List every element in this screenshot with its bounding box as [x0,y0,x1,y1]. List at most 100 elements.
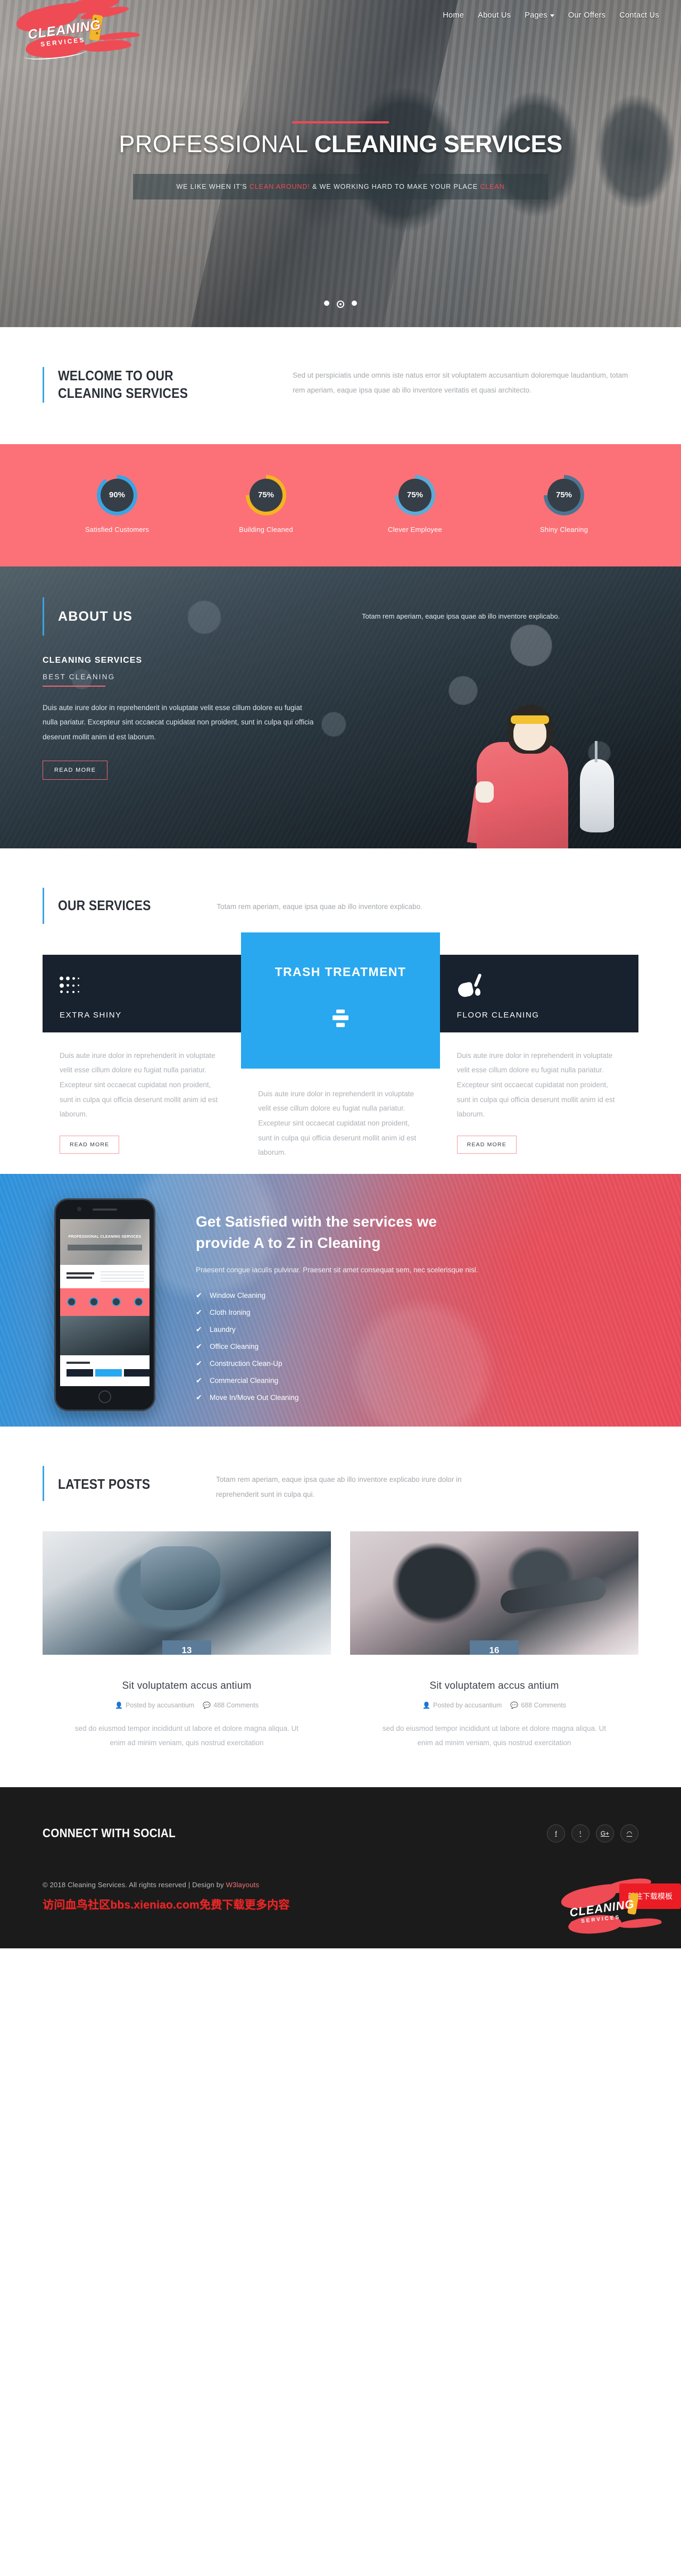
nav-label: Contact Us [619,11,659,20]
post-card[interactable]: 13 August Sit voluptatem accus antium 👤P… [43,1531,331,1750]
services-cards: EXTRA SHINY Duis aute irure dolor in rep… [43,932,638,1174]
stat-value: 75% [547,478,580,512]
site-header: CLEANING SERVICES Home About Us Pages Ou… [0,0,681,62]
latest-posts-title: LATEST POSTS [58,1475,151,1492]
promo-lead: Praesent congue iaculis pulvinar. Praese… [196,1266,478,1274]
service-card-header: TRASH TREATMENT [241,932,440,1069]
rss-icon[interactable]: ◠ [620,1824,638,1843]
feature-label: Commercial Cleaning [210,1377,279,1385]
site-logo[interactable]: CLEANING SERVICES [14,3,116,66]
nav-item-contact-us[interactable]: Contact Us [612,9,666,22]
service-card-extra-shiny[interactable]: EXTRA SHINY Duis aute irure dolor in rep… [43,954,242,1154]
nav-item-our-offers[interactable]: Our Offers [561,9,612,22]
post-excerpt: sed do eiusmod tempor incididunt ut labo… [74,1724,299,1747]
nav-item-about-us[interactable]: About Us [471,9,518,22]
promo-feature-list: ✔ Window Cleaning ✔ Cloth Ironing ✔ Laundry… [196,1291,558,1402]
welcome-description: Sed ut perspiciatis unde omnis iste natu… [293,371,628,394]
footer-logo[interactable]: CLEANING SERVICES [559,1883,649,1948]
stat-clever-employee: 75% Clever Employee [340,474,489,533]
stat-label: Clever Employee [388,525,442,533]
user-icon: 👤 [422,1702,430,1710]
slider-dot-3[interactable] [352,301,357,306]
post-date-badge: 16 August [470,1640,519,1655]
footer-heading: CONNECT WITH SOCIAL [43,1826,176,1840]
page-root: CLEANING SERVICES Home About Us Pages Ou… [0,0,681,1948]
promo-section: PROFESSIONAL CLEANING SERVICES Get Satis… [0,1173,681,1427]
google-plus-icon[interactable]: G+ [596,1824,614,1843]
feature-label: Move In/Move Out Cleaning [210,1394,299,1402]
nav-label: Home [443,11,464,20]
google-plus-glyph: G+ [600,1829,610,1837]
phone-preview-hero: PROFESSIONAL CLEANING SERVICES [60,1219,150,1265]
welcome-heading-block: WELCOME TO OUR CLEANING SERVICES [43,367,293,403]
nav-item-pages[interactable]: Pages [518,9,561,22]
services-description: Totam rem aperiam, eaque ipsa quae ab il… [217,902,422,911]
about-read-more-button[interactable]: READ MORE [43,760,108,780]
slider-dot-1[interactable] [324,301,329,306]
post-card[interactable]: 16 August Sit voluptatem accus antium 👤P… [350,1531,638,1750]
feature-item-laundry: ✔ Laundry [196,1325,558,1334]
copyright: © 2018 Cleaning Services. All rights res… [43,1881,638,1889]
site-footer: CONNECT WITH SOCIAL f ᵗ G+ ◠ © 2018 Clea… [0,1787,681,1948]
twitter-icon[interactable]: ᵗ [571,1824,589,1843]
about-subheading: CLEANING SERVICES [43,655,143,665]
about-section: ABOUT US Totam rem aperiam, eaque ipsa q… [0,566,681,848]
feature-item-construction-clean-up: ✔ Construction Clean-Up [196,1359,558,1368]
post-title[interactable]: Sit voluptatem accus antium [43,1680,331,1692]
phone-preview-about [60,1315,150,1355]
service-icon [60,971,224,1001]
post-thumbnail[interactable]: 16 August [350,1531,638,1655]
comments-icon: 💬 [510,1702,519,1710]
post-comments: 488 Comments [213,1702,259,1710]
nav-label: Pages [525,11,547,20]
welcome-title: WELCOME TO OUR CLEANING SERVICES [58,368,188,402]
accent-bar [43,367,44,403]
feature-item-move-in-move-out-cleaning: ✔ Move In/Move Out Cleaning [196,1393,558,1402]
phone-mockup: PROFESSIONAL CLEANING SERVICES [54,1198,155,1411]
service-card-body: Duis aute irure dolor in reprehenderit i… [440,1032,638,1122]
service-read-more-button[interactable]: READ MORE [60,1135,120,1154]
about-tagline: BEST CLEANING [43,672,115,681]
service-read-more-button[interactable]: READ MORE [456,1135,517,1154]
accent-bar [43,1465,44,1501]
about-divider [43,685,105,687]
hero-sub-part1: WE LIKE WHEN IT'S [176,183,250,190]
welcome-section: WELCOME TO OUR CLEANING SERVICES Sed ut … [0,327,681,444]
check-icon: ✔ [196,1376,202,1385]
twitter-glyph: ᵗ [579,1829,582,1837]
stats-section: 90% Satisfied Customers 75% Building Cle… [0,444,681,566]
phone-preview-hero-title: PROFESSIONAL CLEANING SERVICES [60,1235,150,1239]
illustration-hand [476,781,494,803]
designer-link[interactable]: W3layouts [226,1881,260,1889]
service-card-floor-cleaning[interactable]: FLOOR CLEANING Duis aute irure dolor in … [439,954,638,1154]
check-icon: ✔ [196,1325,202,1334]
hero-content: PROFESSIONAL CLEANING SERVICES WE LIKE W… [0,121,681,199]
service-card-title: TRASH TREATMENT [275,964,406,979]
check-icon: ✔ [196,1359,202,1368]
service-card-trash-treatment[interactable]: TRASH TREATMENT Duis aute irure dolor in… [241,932,440,1174]
rss-glyph: ◠ [626,1829,633,1837]
promo-title: Get Satisfied with the services we provi… [196,1213,437,1251]
feature-label: Cloth Ironing [210,1308,251,1317]
service-card-header: FLOOR CLEANING [439,954,638,1032]
stat-shiny-cleaning: 75% Shiny Cleaning [489,474,638,533]
post-thumbnail[interactable]: 13 August [43,1531,331,1655]
nav-label: About Us [478,11,511,20]
latest-posts-description: Totam rem aperiam, eaque ipsa quae ab il… [215,1475,462,1498]
phone-speaker [93,1208,117,1211]
feature-item-cloth-ironing: ✔ Cloth Ironing [196,1308,558,1317]
service-card-title: FLOOR CLEANING [456,1010,539,1020]
nav-item-home[interactable]: Home [436,9,471,22]
copyright-text: © 2018 Cleaning Services. All rights res… [43,1880,226,1889]
post-title[interactable]: Sit voluptatem accus antium [350,1680,638,1692]
feature-item-office-cleaning: ✔ Office Cleaning [196,1342,558,1351]
slider-pagination [0,301,681,308]
comments-icon: 💬 [203,1702,211,1710]
slider-dot-2-active[interactable] [337,301,344,308]
facebook-icon[interactable]: f [547,1824,565,1843]
latest-posts-section: LATEST POSTS Totam rem aperiam, eaque ip… [0,1426,681,1787]
watermark-text: 访问血鸟社区bbs.xieniao.com免费下载更多内容 [43,1898,290,1911]
chevron-down-icon [550,14,554,17]
service-card-text: Duis aute irure dolor in reprehenderit i… [258,1089,417,1157]
sparkle-dots-icon [60,976,83,995]
